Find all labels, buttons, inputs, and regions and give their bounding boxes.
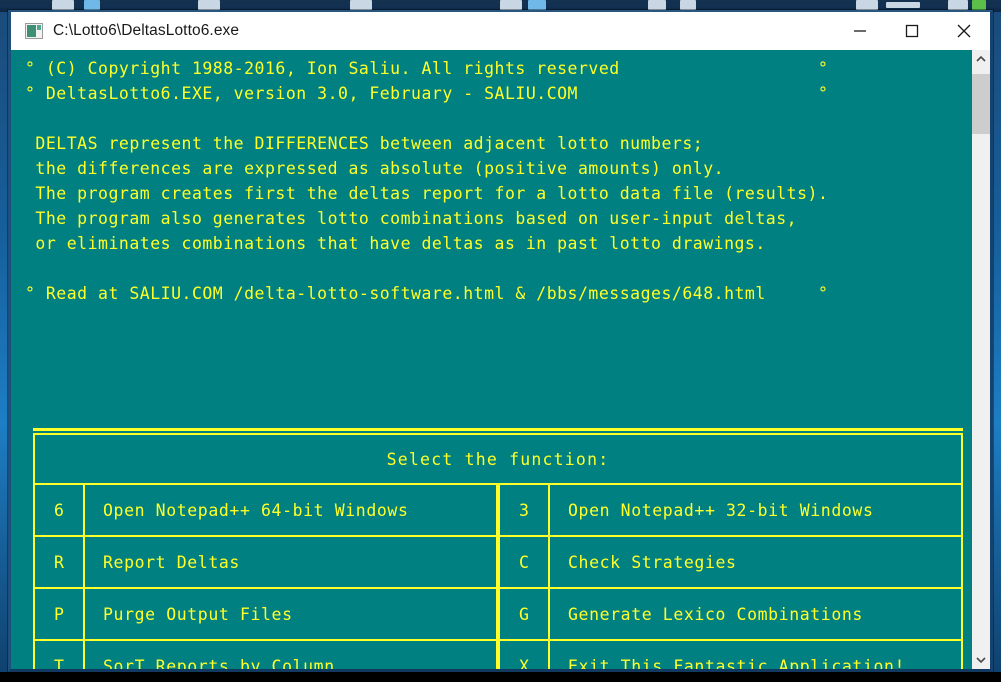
console-text-block: ° (C) Copyright 1988-2016, Ion Saliu. Al… bbox=[11, 50, 972, 306]
menu-item-key: G bbox=[500, 589, 550, 639]
vertical-scrollbar[interactable] bbox=[972, 50, 990, 669]
close-button[interactable] bbox=[938, 12, 990, 50]
title-bar: C:\Lotto6\DeltasLotto6.exe bbox=[11, 12, 990, 50]
menu-item-sort-reports-by-column[interactable]: T SorT Reports by Column bbox=[35, 641, 498, 669]
menu-item-key: T bbox=[35, 641, 85, 669]
console-output[interactable]: ° (C) Copyright 1988-2016, Ion Saliu. Al… bbox=[11, 50, 972, 669]
menu-item-open-notepad-64[interactable]: 6 Open Notepad++ 64-bit Windows bbox=[35, 485, 498, 535]
menu-top-rule bbox=[33, 428, 963, 431]
console-line: the differences are expressed as absolut… bbox=[25, 159, 725, 178]
console-window-icon bbox=[25, 23, 43, 39]
console-line: ° Read at SALIU.COM /delta-lotto-softwar… bbox=[25, 284, 829, 303]
menu-box: Select the function: 6 Open Notepad++ 64… bbox=[33, 433, 963, 669]
menu-item-label: Exit This Fantastic Application! bbox=[568, 656, 906, 670]
menu-row: R Report Deltas C Check Strategies bbox=[35, 537, 961, 589]
console-line: The program creates first the deltas rep… bbox=[25, 184, 829, 203]
menu-header-label: Select the function: bbox=[386, 449, 610, 469]
menu-item-label: Open Notepad++ 64-bit Windows bbox=[103, 500, 409, 520]
menu-item-label: Purge Output Files bbox=[103, 604, 293, 624]
menu-row: P Purge Output Files G Generate Lexico C… bbox=[35, 589, 961, 641]
menu-item-key: C bbox=[500, 537, 550, 587]
menu-item-key: P bbox=[35, 589, 85, 639]
minimize-button[interactable] bbox=[834, 12, 886, 50]
menu-header: Select the function: bbox=[35, 435, 961, 485]
menu-item-label: Generate Lexico Combinations bbox=[568, 604, 863, 624]
maximize-button[interactable] bbox=[886, 12, 938, 50]
menu-item-check-strategies[interactable]: C Check Strategies bbox=[498, 537, 961, 587]
scrollbar-track[interactable] bbox=[972, 68, 990, 651]
console-line: DELTAS represent the DIFFERENCES between… bbox=[25, 134, 704, 153]
scroll-down-icon[interactable] bbox=[972, 651, 990, 669]
menu-row: T SorT Reports by Column X Exit This Fan… bbox=[35, 641, 961, 669]
menu-item-label: Check Strategies bbox=[568, 552, 737, 572]
screen: C:\Lotto6\DeltasLotto6.exe ° (C) Copyrig… bbox=[0, 0, 1001, 682]
menu-item-purge-output-files[interactable]: P Purge Output Files bbox=[35, 589, 498, 639]
window-client-area: ° (C) Copyright 1988-2016, Ion Saliu. Al… bbox=[11, 50, 990, 669]
scroll-up-icon[interactable] bbox=[972, 50, 990, 68]
function-menu: Select the function: 6 Open Notepad++ 64… bbox=[33, 428, 963, 669]
window-controls bbox=[834, 12, 990, 50]
console-line: ° DeltasLotto6.EXE, version 3.0, Februar… bbox=[25, 84, 829, 103]
console-line: or eliminates combinations that have del… bbox=[25, 234, 766, 253]
application-window: C:\Lotto6\DeltasLotto6.exe ° (C) Copyrig… bbox=[8, 10, 993, 672]
console-line: The program also generates lotto combina… bbox=[25, 209, 798, 228]
menu-item-label: SorT Reports by Column bbox=[103, 656, 335, 670]
menu-item-key: X bbox=[500, 641, 550, 669]
scrollbar-thumb[interactable] bbox=[972, 74, 990, 134]
window-title: C:\Lotto6\DeltasLotto6.exe bbox=[53, 22, 240, 39]
menu-item-key: R bbox=[35, 537, 85, 587]
menu-item-report-deltas[interactable]: R Report Deltas bbox=[35, 537, 498, 587]
console-line: ° (C) Copyright 1988-2016, Ion Saliu. Al… bbox=[25, 59, 829, 78]
menu-item-label: Open Notepad++ 32-bit Windows bbox=[568, 500, 874, 520]
menu-item-key: 6 bbox=[35, 485, 85, 535]
menu-row: 6 Open Notepad++ 64-bit Windows 3 Open N… bbox=[35, 485, 961, 537]
menu-item-key: 3 bbox=[500, 485, 550, 535]
desktop-bottom-strip bbox=[0, 672, 1001, 682]
menu-item-open-notepad-32[interactable]: 3 Open Notepad++ 32-bit Windows bbox=[498, 485, 961, 535]
menu-item-exit[interactable]: X Exit This Fantastic Application! bbox=[498, 641, 961, 669]
menu-item-label: Report Deltas bbox=[103, 552, 240, 572]
menu-item-generate-lexico-combinations[interactable]: G Generate Lexico Combinations bbox=[498, 589, 961, 639]
